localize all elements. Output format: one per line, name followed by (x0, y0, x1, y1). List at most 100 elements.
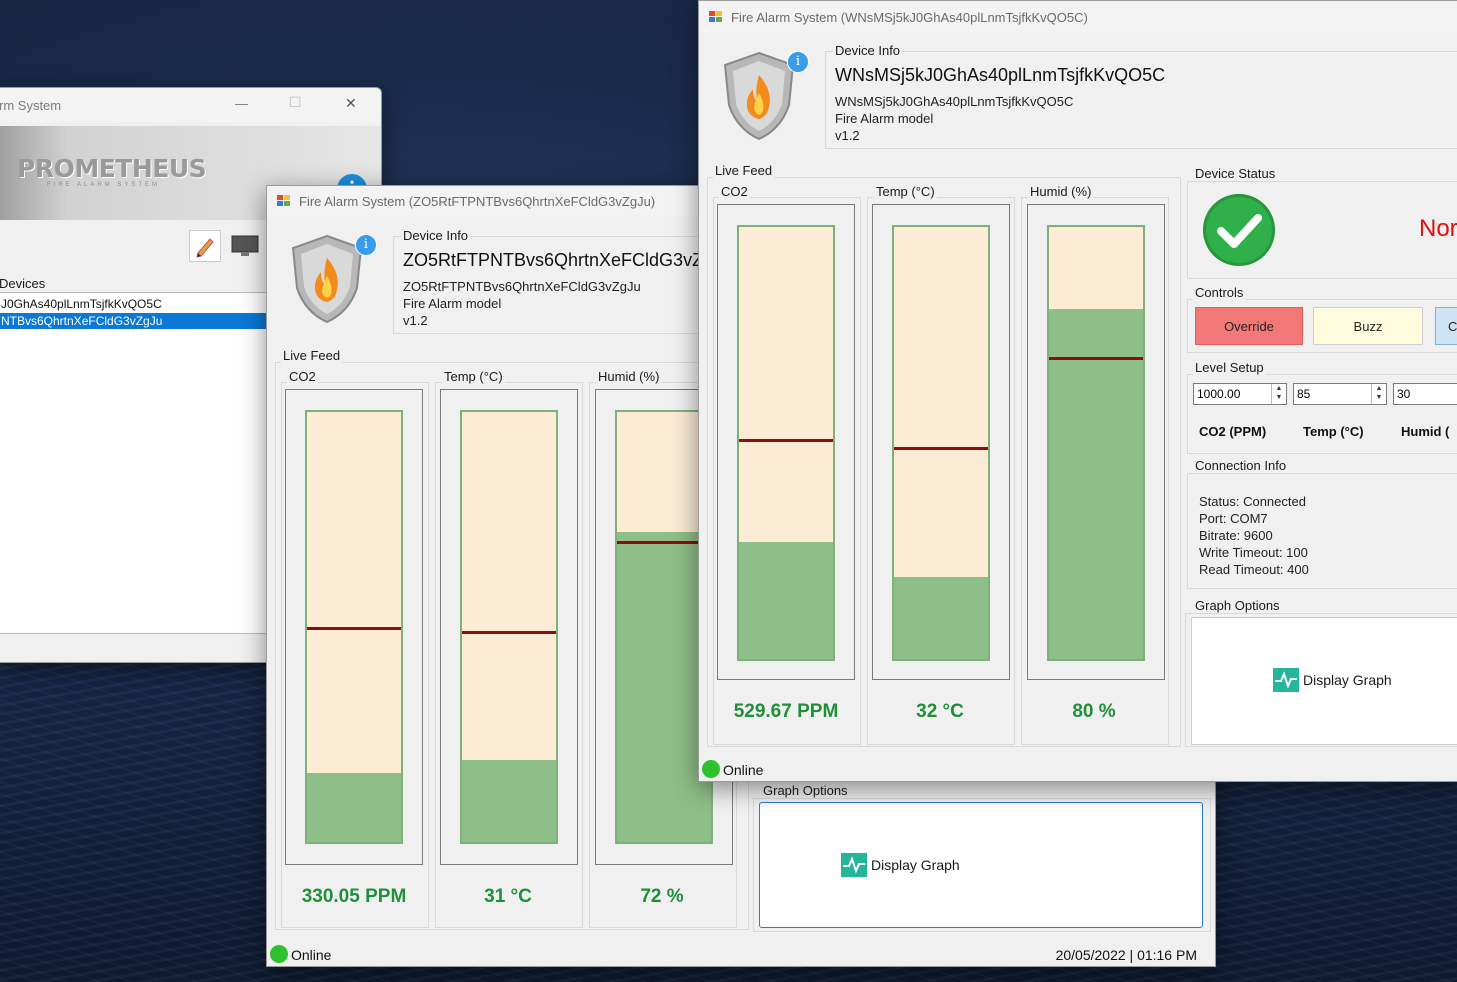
app-icon (709, 11, 723, 23)
main-titlebar: rm System — ☐ ✕ (0, 88, 381, 122)
connection-status: Status: Connected (1199, 494, 1306, 509)
devices-label: Devices (0, 276, 46, 291)
co2-label: CO2 (719, 184, 750, 199)
co2-label: CO2 (287, 369, 318, 384)
graph-options-label: Graph Options (761, 783, 850, 798)
connection-read-timeout: Read Timeout: 400 (1199, 562, 1309, 577)
temp-spinner-arrows[interactable]: ▲ ▼ (1371, 384, 1386, 404)
live-feed-label: Live Feed (281, 348, 343, 363)
online-indicator (270, 945, 288, 963)
clear-button[interactable]: C (1435, 307, 1457, 345)
status-text: Nor (1419, 215, 1457, 242)
device-model: Fire Alarm model (403, 296, 502, 311)
humid-threshold-line (1049, 356, 1143, 360)
monitor-icon[interactable] (229, 230, 261, 260)
temp-setpoint-value: 85 (1297, 387, 1311, 401)
humid-unit-label: Humid ( (1401, 424, 1450, 439)
graph-icon (1273, 668, 1299, 692)
device-info-badge[interactable]: i (787, 51, 809, 73)
live-feed-label: Live Feed (713, 163, 775, 178)
temp-setpoint-input[interactable]: 85 ▲ ▼ (1293, 383, 1387, 405)
co2-setpoint-input[interactable]: 1000.00 ▲ ▼ (1193, 383, 1287, 405)
temp-label: Temp (°C) (874, 184, 937, 199)
humid-gauge-fill (1049, 309, 1143, 659)
humid-label: Humid (%) (596, 369, 662, 384)
brand-subtitle: FIRE ALARM SYSTEM (47, 182, 161, 188)
co2-threshold-line (739, 438, 833, 442)
co2-setpoint-value: 1000.00 (1197, 387, 1241, 401)
co2-spinner-arrows[interactable]: ▲ ▼ (1271, 384, 1286, 404)
humid-reading: 80 % (1072, 701, 1116, 722)
humid-threshold-line (617, 541, 711, 544)
temp-reading: 32 °C (916, 701, 964, 722)
co2-gauge-fill (307, 773, 401, 842)
edit-icon[interactable] (189, 230, 221, 262)
display-graph-button[interactable]: Display Graph (1273, 668, 1392, 692)
temp-unit-label: Temp (°C) (1303, 424, 1364, 439)
device-info-label: Device Info (401, 228, 471, 243)
temp-threshold-line (462, 631, 556, 635)
status-datetime: 20/05/2022 | 01:16 PM (1055, 947, 1197, 963)
device2-titlebar: Fire Alarm System (WNsMSj5kJ0GhAs40plLnm… (699, 1, 1457, 33)
temp-gauge-fill (894, 576, 988, 659)
co2-gauge (737, 225, 835, 661)
status-online: Online (291, 947, 332, 963)
co2-unit-label: CO2 (PPM) (1199, 424, 1267, 439)
temp-gauge-fill (462, 760, 556, 842)
temp-gauge (892, 225, 990, 661)
display-graph-button[interactable]: Display Graph (841, 853, 960, 877)
brand-name: PROMETHEUS (17, 154, 207, 183)
override-button[interactable]: Override (1195, 307, 1303, 345)
device-window-2: Fire Alarm System (WNsMSj5kJ0GhAs40plLnm… (698, 0, 1457, 782)
level-setup-label: Level Setup (1193, 360, 1266, 375)
temp-label: Temp (°C) (442, 369, 505, 384)
humid-label: Humid (%) (1028, 184, 1094, 199)
controls-label: Controls (1193, 285, 1246, 300)
device1-title: Fire Alarm System (ZO5RtFTPNTBvs6QhrtnXe… (299, 193, 656, 209)
device-model: Fire Alarm model (835, 111, 934, 126)
device-id: WNsMSj5kJ0GhAs40plLnmTsjfkKvQO5C (835, 94, 1074, 109)
connection-bitrate: Bitrate: 9600 (1199, 528, 1273, 543)
buzz-button[interactable]: Buzz (1313, 307, 1423, 345)
status-bar: Online (699, 757, 1457, 781)
device-id: ZO5RtFTPNTBvs6QhrtnXeFCldG3vZgJu (403, 279, 641, 294)
temp-threshold-line (894, 447, 988, 451)
status-online: Online (723, 762, 764, 778)
device2-title: Fire Alarm System (WNsMSj5kJ0GhAs40plLnm… (731, 9, 1088, 25)
device-version: v1.2 (403, 313, 428, 328)
device-name: WNsMSj5kJ0GhAs40plLnmTsjfkKvQO5C (835, 65, 1166, 85)
display-graph-label: Display Graph (871, 857, 960, 873)
close-button[interactable]: ✕ (345, 95, 357, 112)
brand-logo: PROMETHEUS (17, 154, 207, 183)
humid-gauge (1047, 225, 1145, 661)
device-status-label: Device Status (1193, 166, 1278, 181)
graph-panel (759, 802, 1203, 928)
humid-setpoint-input[interactable]: 30 (1393, 383, 1457, 405)
connection-write-timeout: Write Timeout: 100 (1199, 545, 1308, 560)
list-item: NTBvs6QhrtnXeFCldG3vZgJu (1, 314, 163, 328)
main-window-title: rm System (0, 97, 62, 113)
humid-reading: 72 % (640, 886, 684, 907)
list-item[interactable]: J0GhAs40plLnmTsjfkKvQO5C (1, 297, 162, 311)
connection-info-label: Connection Info (1193, 458, 1289, 473)
display-graph-label: Display Graph (1303, 672, 1392, 688)
connection-port: Port: COM7 (1199, 511, 1268, 526)
co2-reading: 529.67 PPM (733, 701, 839, 722)
temp-gauge (460, 410, 558, 844)
device-info-badge[interactable]: i (355, 234, 377, 256)
graph-icon (841, 853, 867, 877)
status-ok-icon (1203, 194, 1275, 266)
app-icon (277, 195, 291, 207)
humid-setpoint-value: 30 (1397, 387, 1411, 401)
minimize-button[interactable]: — (235, 96, 248, 111)
temp-reading: 31 °C (484, 886, 532, 907)
status-bar: Online 20/05/2022 | 01:16 PM (267, 942, 1215, 966)
co2-gauge (305, 410, 403, 844)
humid-gauge-fill (617, 532, 711, 842)
maximize-button[interactable]: ☐ (289, 94, 302, 111)
online-indicator (702, 760, 720, 778)
co2-threshold-line (307, 627, 401, 630)
graph-options-label: Graph Options (1193, 598, 1282, 613)
device-version: v1.2 (835, 128, 860, 143)
device-info-label: Device Info (833, 43, 903, 58)
